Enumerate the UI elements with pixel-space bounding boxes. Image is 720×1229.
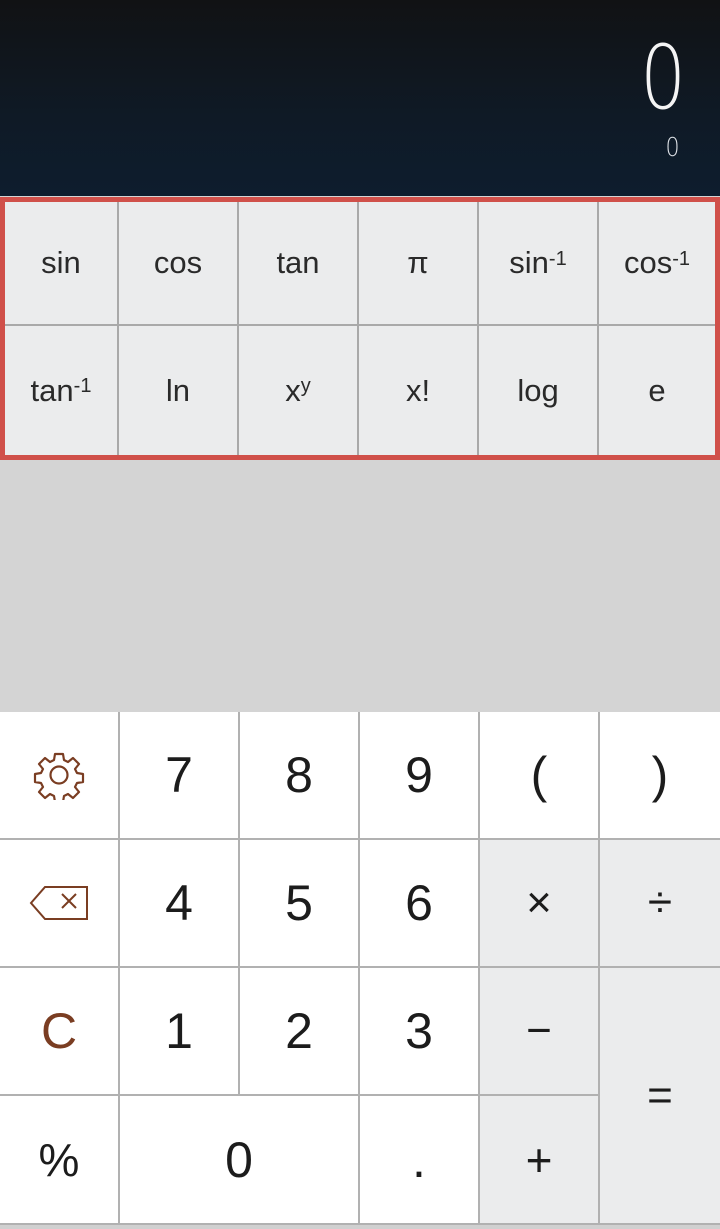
keypad: 7 8 9 ( ) 4 5 6 × ÷ C 1 2 3 − = % 0 . +	[0, 712, 720, 1225]
key-label: cos	[153, 245, 203, 280]
ln-button[interactable]: ln	[119, 326, 239, 455]
digit-9-button[interactable]: 9	[360, 712, 480, 840]
open-paren-button[interactable]: (	[480, 712, 600, 840]
backspace-icon	[29, 883, 89, 923]
plus-button[interactable]: +	[480, 1096, 600, 1225]
digit-5-button[interactable]: 5	[240, 840, 360, 968]
key-label: cos	[623, 245, 673, 280]
pi-button[interactable]: π	[359, 202, 479, 326]
clear-button[interactable]: C	[0, 968, 120, 1096]
factorial-button[interactable]: x!	[359, 326, 479, 455]
digit-1-button[interactable]: 1	[120, 968, 240, 1096]
key-label: tan	[276, 245, 320, 280]
digit-7-button[interactable]: 7	[120, 712, 240, 840]
key-label: x	[285, 372, 301, 408]
multiply-button[interactable]: ×	[480, 840, 600, 968]
key-superscript: y	[300, 375, 311, 397]
tan-button[interactable]: tan	[239, 202, 359, 326]
power-button[interactable]: xy	[239, 326, 359, 455]
backspace-button[interactable]	[0, 840, 120, 968]
e-constant-button[interactable]: e	[599, 326, 715, 455]
key-label: tan	[30, 372, 74, 408]
digit-0-button[interactable]: 0	[120, 1096, 360, 1225]
settings-button[interactable]	[0, 712, 120, 840]
key-label: e	[648, 372, 666, 408]
key-superscript: -1	[672, 247, 691, 270]
key-label: ln	[165, 372, 191, 408]
close-paren-button[interactable]: )	[600, 712, 720, 840]
log-button[interactable]: log	[479, 326, 599, 455]
key-label: log	[517, 372, 559, 408]
key-label: π	[407, 245, 429, 280]
sin-button[interactable]: sin	[5, 202, 119, 326]
key-label: x!	[405, 372, 431, 408]
key-label: sin	[41, 245, 81, 280]
equals-button[interactable]: =	[600, 968, 720, 1225]
minus-button[interactable]: −	[480, 968, 600, 1096]
arccos-button[interactable]: cos -1	[599, 202, 715, 326]
digit-6-button[interactable]: 6	[360, 840, 480, 968]
display-result: 0	[640, 26, 686, 129]
key-label: sin	[509, 245, 549, 280]
divide-button[interactable]: ÷	[600, 840, 720, 968]
digit-4-button[interactable]: 4	[120, 840, 240, 968]
digit-2-button[interactable]: 2	[240, 968, 360, 1096]
digit-3-button[interactable]: 3	[360, 968, 480, 1096]
decimal-button[interactable]: .	[360, 1096, 480, 1225]
arcsin-button[interactable]: sin -1	[479, 202, 599, 326]
gear-icon	[33, 750, 85, 800]
percent-button[interactable]: %	[0, 1096, 120, 1225]
arctan-button[interactable]: tan -1	[5, 326, 119, 455]
cos-button[interactable]: cos	[119, 202, 239, 326]
bottom-edge	[0, 1225, 720, 1229]
key-superscript: -1	[73, 375, 92, 397]
digit-8-button[interactable]: 8	[240, 712, 360, 840]
display-preview: 0	[665, 133, 680, 163]
scientific-functions-panel: sin cos tan π sin -1 cos -1 tan -1 ln xy x!…	[0, 197, 720, 460]
key-superscript: -1	[548, 247, 567, 270]
display-area: 0 0	[0, 0, 720, 196]
